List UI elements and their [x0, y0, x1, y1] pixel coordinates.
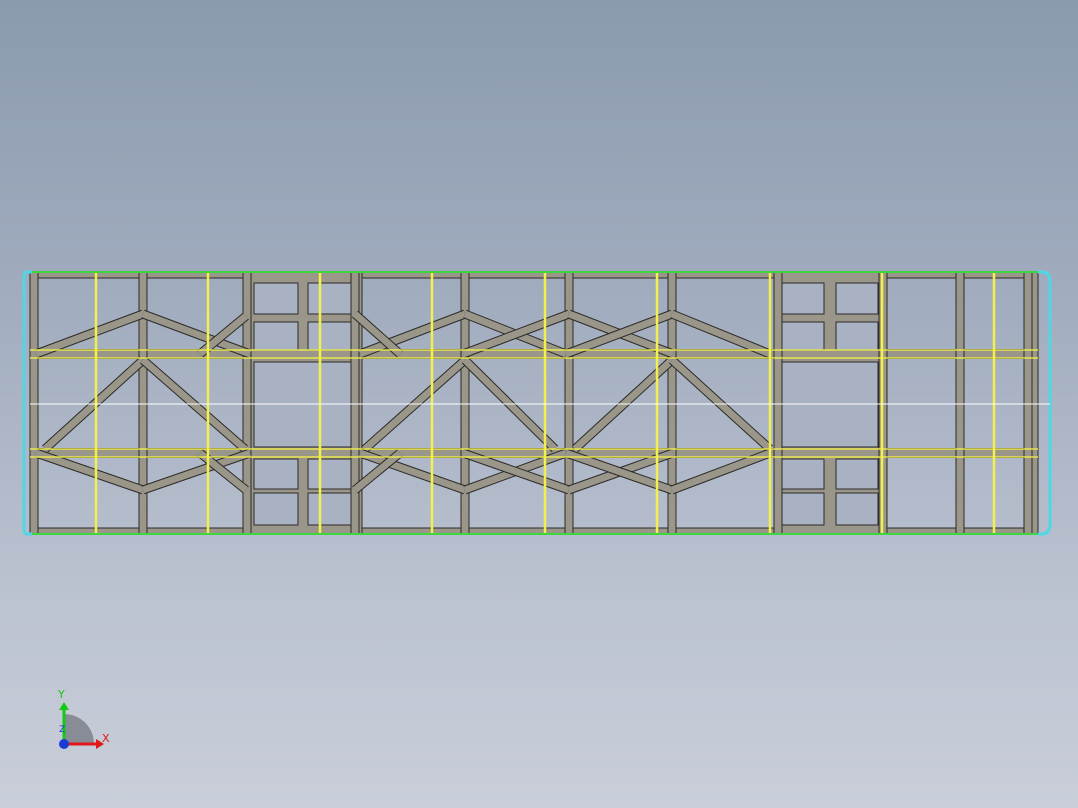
- panel-opening: [781, 458, 825, 490]
- z-axis-dot: [59, 739, 69, 749]
- z-axis-label: Z: [59, 725, 66, 735]
- panel-opening: [781, 321, 825, 351]
- frame-member: [141, 310, 252, 358]
- graphics-viewport[interactable]: [0, 0, 1078, 808]
- coordinate-triad: X Y Z: [40, 680, 130, 760]
- panel-opening: [253, 321, 299, 351]
- panel-opening: [307, 492, 353, 526]
- frame-member: [34, 310, 145, 358]
- panel-opening: [835, 458, 879, 490]
- panel-opening: [307, 282, 353, 315]
- panel-opening: [253, 492, 299, 526]
- panel-opening: [253, 282, 299, 315]
- coordinate-triad-icon: [59, 702, 104, 749]
- panel-opening: [307, 321, 353, 351]
- triad-plane-shade: [64, 714, 94, 744]
- x-axis-label: X: [102, 732, 110, 745]
- end-cap-right: [1038, 270, 1052, 536]
- y-axis-arrowhead: [59, 702, 69, 710]
- panel-opening: [835, 282, 879, 315]
- frame-member: [670, 310, 772, 358]
- frame-member: [670, 449, 772, 494]
- panel-opening: [835, 321, 879, 351]
- panel-opening: [307, 458, 353, 490]
- panel-opening: [781, 492, 825, 526]
- y-axis-label: Y: [58, 688, 65, 701]
- panel-opening: [781, 282, 825, 315]
- panel-opening: [835, 492, 879, 526]
- panel-opening: [253, 458, 299, 490]
- frame-member: [34, 449, 145, 494]
- truss-frame-model[interactable]: [22, 270, 1052, 536]
